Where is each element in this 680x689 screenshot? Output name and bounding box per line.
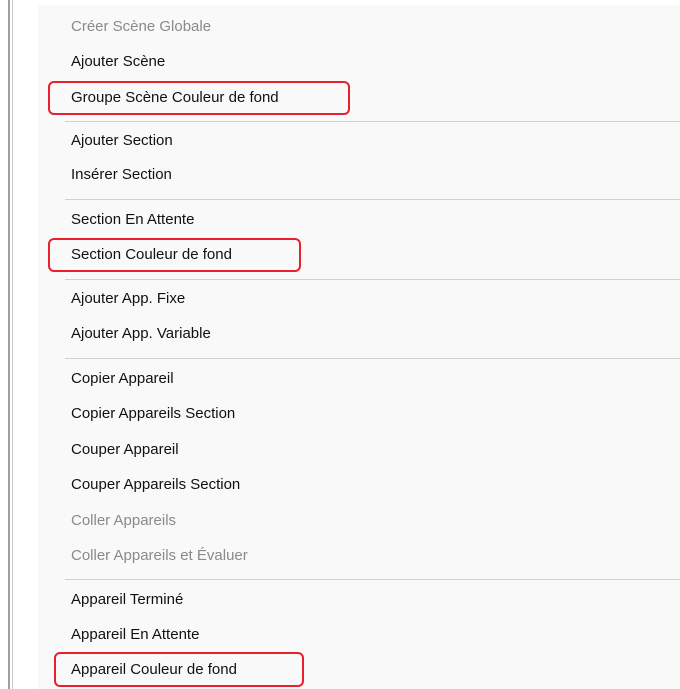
menu-item-coller-appareils[interactable]: Coller Appareils xyxy=(71,511,176,531)
menu-item-section-couleur-de-fond[interactable]: Section Couleur de fond xyxy=(71,245,232,265)
menu-item-groupe-scene-couleur-de-fond[interactable]: Groupe Scène Couleur de fond xyxy=(71,88,279,108)
menu-item-ajouter-scene[interactable]: Ajouter Scène xyxy=(71,52,165,72)
menu-item-appareil-termine[interactable]: Appareil Terminé xyxy=(71,590,183,610)
menu-item-appareil-couleur-de-fond[interactable]: Appareil Couleur de fond xyxy=(71,660,237,680)
menu-separator xyxy=(65,579,680,580)
menu-item-coller-appareils-et-evaluer[interactable]: Coller Appareils et Évaluer xyxy=(71,546,248,566)
menu-item-inserer-section[interactable]: Insérer Section xyxy=(71,165,172,185)
menu-separator xyxy=(65,358,680,359)
menu-item-creer-scene-globale[interactable]: Créer Scène Globale xyxy=(71,17,211,37)
menu-separator xyxy=(65,121,680,122)
menu-item-copier-appareils-section[interactable]: Copier Appareils Section xyxy=(71,404,235,424)
menu-item-copier-appareil[interactable]: Copier Appareil xyxy=(71,369,174,389)
parent-window-edge xyxy=(0,0,13,689)
menu-item-appareil-en-attente[interactable]: Appareil En Attente xyxy=(71,625,199,645)
menu-item-ajouter-section[interactable]: Ajouter Section xyxy=(71,131,173,151)
menu-item-ajouter-app-variable[interactable]: Ajouter App. Variable xyxy=(71,324,211,344)
menu-item-couper-appareil[interactable]: Couper Appareil xyxy=(71,440,179,460)
menu-item-couper-appareils-section[interactable]: Couper Appareils Section xyxy=(71,475,240,495)
context-menu: Créer Scène Globale Ajouter Scène Groupe… xyxy=(38,5,680,689)
menu-item-section-en-attente[interactable]: Section En Attente xyxy=(71,210,194,230)
menu-separator xyxy=(65,279,680,280)
menu-item-ajouter-app-fixe[interactable]: Ajouter App. Fixe xyxy=(71,289,185,309)
menu-separator xyxy=(65,199,680,200)
parent-window-border xyxy=(8,0,10,689)
